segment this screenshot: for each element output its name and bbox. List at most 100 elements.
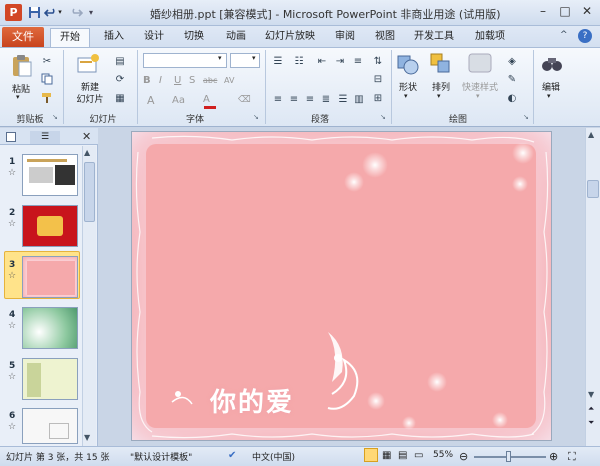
- copy-icon[interactable]: [40, 72, 54, 86]
- cut-icon[interactable]: ✂: [40, 54, 54, 68]
- tab-slideshow[interactable]: 幻灯片放映: [260, 28, 320, 48]
- tab-insert[interactable]: 插入: [97, 28, 131, 48]
- help-icon[interactable]: ?: [578, 29, 592, 43]
- italic-button[interactable]: I: [159, 75, 162, 86]
- reading-view-icon[interactable]: ▤: [398, 450, 407, 461]
- shape-effects-icon[interactable]: ◐: [505, 91, 519, 105]
- paste-icon[interactable]: [10, 54, 34, 78]
- text-direction-icon[interactable]: ⇅: [371, 54, 385, 68]
- slide-sorter-icon[interactable]: ▦: [382, 450, 391, 461]
- slide-thumbnail-5[interactable]: [22, 358, 78, 400]
- clipboard-launcher-icon[interactable]: ↘: [52, 113, 58, 121]
- align-center-icon[interactable]: ≡: [287, 92, 301, 106]
- columns-icon[interactable]: ▥: [352, 92, 366, 106]
- tab-file[interactable]: 文件: [2, 27, 44, 47]
- tab-review[interactable]: 审阅: [328, 28, 362, 48]
- quick-styles-button[interactable]: 快速样式: [458, 80, 502, 93]
- underline-button[interactable]: U: [174, 75, 181, 86]
- customize-qat-icon[interactable]: ▾: [86, 4, 96, 20]
- shapes-dropdown-icon[interactable]: ▾: [404, 92, 408, 100]
- section-icon[interactable]: ▦: [113, 91, 127, 105]
- increase-indent-icon[interactable]: ⇥: [333, 54, 347, 68]
- font-name-combo[interactable]: [143, 53, 227, 68]
- editing-dropdown-icon[interactable]: ▾: [547, 92, 551, 100]
- zoom-out-icon[interactable]: ⊖: [459, 450, 468, 463]
- bullets-icon[interactable]: ☰: [271, 54, 285, 68]
- shapes-icon[interactable]: [396, 52, 420, 76]
- language-status[interactable]: 中文(中国): [252, 450, 295, 463]
- font-name-dropdown-icon[interactable]: ▾: [218, 54, 222, 62]
- font-color-button[interactable]: A: [203, 94, 210, 105]
- font-launcher-icon[interactable]: ↘: [253, 113, 259, 121]
- slide-thumbnail-4[interactable]: [22, 307, 78, 349]
- current-slide[interactable]: 你的爱: [131, 131, 552, 441]
- zoom-in-icon[interactable]: ⊕: [549, 450, 558, 463]
- minimize-button[interactable]: –: [532, 2, 554, 20]
- char-spacing-button[interactable]: AV: [224, 76, 234, 85]
- normal-view-icon[interactable]: [364, 448, 378, 462]
- undo-dropdown-icon[interactable]: ▾: [56, 4, 64, 20]
- binoculars-icon[interactable]: [540, 52, 564, 76]
- tab-home[interactable]: 开始: [50, 28, 90, 48]
- close-panel-icon[interactable]: ✕: [82, 130, 91, 143]
- zoom-slider-thumb[interactable]: [506, 451, 511, 462]
- save-icon[interactable]: [26, 4, 42, 20]
- zoom-level[interactable]: 55%: [433, 450, 453, 460]
- tab-developer[interactable]: 开发工具: [410, 28, 458, 48]
- tab-addins[interactable]: 加载项: [468, 28, 512, 48]
- quick-styles-dropdown-icon[interactable]: ▾: [476, 92, 480, 100]
- panel-scroll-thumb[interactable]: [84, 162, 95, 222]
- quick-styles-icon[interactable]: [468, 52, 492, 76]
- slides-tab-icon[interactable]: [6, 132, 16, 142]
- align-left-icon[interactable]: ≡: [271, 92, 285, 106]
- grow-font-button[interactable]: A: [147, 94, 155, 107]
- clear-format-icon[interactable]: ⌫: [238, 95, 251, 105]
- arrange-dropdown-icon[interactable]: ▾: [437, 92, 441, 100]
- paste-button[interactable]: 粘贴: [8, 82, 34, 95]
- editor-scroll-thumb[interactable]: [587, 180, 599, 198]
- tab-view[interactable]: 视图: [368, 28, 402, 48]
- align-text-icon[interactable]: ⊟: [371, 72, 385, 86]
- next-slide-icon[interactable]: ⏷: [588, 418, 594, 428]
- spellcheck-icon[interactable]: ✔: [228, 450, 236, 461]
- scroll-up-icon[interactable]: ▲: [84, 148, 90, 157]
- scroll-up-icon[interactable]: ▲: [588, 130, 594, 139]
- powerpoint-app-icon[interactable]: P: [5, 4, 22, 21]
- paragraph-launcher-icon[interactable]: ↘: [380, 113, 386, 121]
- arrange-button[interactable]: 排列: [427, 80, 455, 93]
- tab-design[interactable]: 设计: [137, 28, 171, 48]
- outline-tab-icon[interactable]: ☰: [30, 131, 60, 144]
- previous-slide-icon[interactable]: ⏶: [588, 404, 594, 414]
- scroll-down-icon[interactable]: ▼: [84, 433, 90, 442]
- format-painter-icon[interactable]: [40, 91, 54, 105]
- ribbon-minimize-icon[interactable]: ^: [560, 30, 572, 44]
- slide-thumbnail-1[interactable]: [22, 154, 78, 196]
- line-spacing-icon[interactable]: ≡: [351, 54, 365, 68]
- align-right-icon[interactable]: ≡: [303, 92, 317, 106]
- bold-button[interactable]: B: [143, 75, 151, 86]
- tab-animations[interactable]: 动画: [219, 28, 253, 48]
- shadow-button[interactable]: S: [189, 75, 195, 86]
- tab-transitions[interactable]: 切换: [177, 28, 211, 48]
- font-size-dropdown-icon[interactable]: ▾: [252, 54, 256, 62]
- editing-button[interactable]: 编辑: [536, 80, 566, 93]
- numbering-icon[interactable]: ☷: [292, 54, 306, 68]
- slide-thumbnail-6[interactable]: [22, 408, 78, 444]
- decrease-indent-icon[interactable]: ⇤: [315, 54, 329, 68]
- arrange-icon[interactable]: [429, 52, 453, 76]
- distribute-icon[interactable]: ☰: [336, 92, 350, 106]
- restore-button[interactable]: □: [554, 2, 576, 20]
- new-slide-label-2[interactable]: 幻灯片: [72, 92, 108, 105]
- fit-to-window-icon[interactable]: ⛶: [568, 450, 576, 464]
- smartart-icon[interactable]: ⊞: [371, 91, 385, 105]
- reset-icon[interactable]: ⟳: [113, 72, 127, 86]
- slide-thumbnail-3[interactable]: [22, 256, 78, 298]
- close-button[interactable]: ✕: [576, 2, 598, 20]
- drawing-launcher-icon[interactable]: ↘: [523, 113, 529, 121]
- new-slide-icon[interactable]: [76, 53, 100, 77]
- strikethrough-button[interactable]: abc: [203, 76, 217, 85]
- paste-dropdown-icon[interactable]: ▾: [16, 93, 20, 101]
- slide-title-text[interactable]: 你的爱: [210, 382, 294, 419]
- justify-icon[interactable]: ≣: [319, 92, 333, 106]
- scroll-down-icon[interactable]: ▼: [588, 390, 594, 399]
